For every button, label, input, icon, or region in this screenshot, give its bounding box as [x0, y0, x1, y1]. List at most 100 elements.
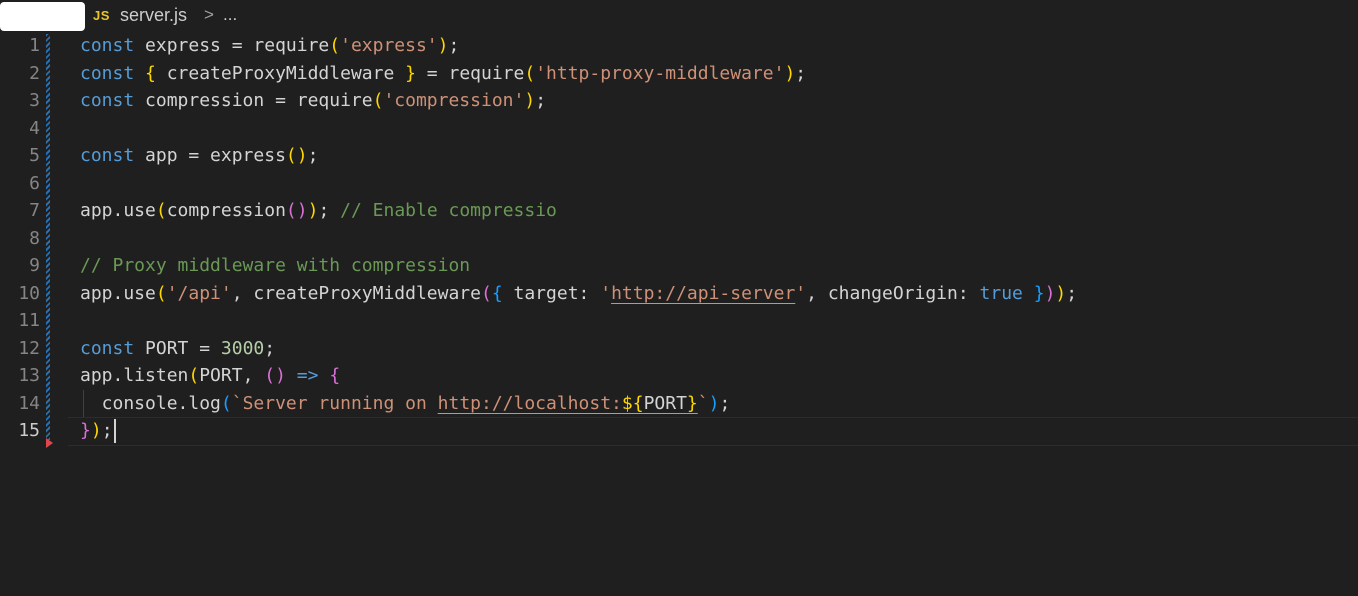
code-token: ; [307, 145, 319, 166]
breadcrumb: JS server.js > ... [0, 0, 1358, 32]
code-token: true [979, 282, 1023, 304]
code-token: // Proxy middleware with compression [80, 255, 471, 276]
code-token: ' [600, 282, 612, 304]
code-token: () [264, 365, 286, 386]
javascript-file-icon: JS [93, 8, 110, 23]
code-token: ) [90, 420, 102, 441]
code-token: http://api-server [611, 282, 796, 304]
code-token: 3000 [220, 337, 265, 359]
code-token: compression [166, 200, 286, 221]
code-token: ) [1055, 282, 1067, 304]
code-line[interactable]: const compression = require('compression… [80, 87, 1077, 115]
code-token: ' [795, 282, 807, 304]
code-token: // Enable compressio [340, 200, 557, 221]
code-token: => [296, 365, 319, 386]
breadcrumb-symbol[interactable]: ... [223, 5, 237, 25]
code-token: PORT, [199, 365, 265, 386]
line-number: 4 [29, 117, 40, 139]
code-token: console.log [80, 392, 221, 414]
modified-lines-indicator[interactable] [46, 34, 50, 440]
code-token: app.use [80, 200, 156, 221]
code-lines[interactable]: const express = require('express'); const… [80, 32, 1077, 445]
code-token: app.use [80, 282, 156, 304]
code-token: app.listen [80, 365, 189, 386]
code-token: ` [697, 392, 709, 414]
code-token: ( [155, 200, 167, 221]
text-cursor [113, 419, 116, 443]
code-token: { [145, 62, 156, 84]
code-token: compression = require [134, 90, 373, 111]
code-token: , createProxyMiddleware [231, 282, 481, 304]
line-number: 6 [29, 172, 40, 194]
code-token: const [80, 337, 135, 359]
code-token: const [80, 35, 135, 56]
code-token: () [285, 145, 308, 166]
code-line[interactable]: const PORT = 3000; [80, 335, 1077, 363]
code-token: PORT = [134, 337, 221, 359]
deleted-lines-marker-icon[interactable] [46, 438, 53, 448]
code-token: const [80, 90, 135, 111]
code-token: http://localhost: [437, 392, 622, 414]
line-number: 13 [18, 365, 40, 386]
code-token: ; [719, 392, 731, 414]
code-line[interactable]: const { createProxyMiddleware } = requir… [80, 60, 1077, 88]
code-token: ) [708, 392, 720, 414]
code-token: target: [502, 282, 601, 304]
code-editor[interactable]: 1 2 3 4 5 6 7 8 9 10 11 12 13 14 15 const express = re… [0, 32, 1358, 596]
code-line[interactable] [80, 225, 1077, 253]
code-token: 'http-proxy-middleware' [535, 62, 785, 84]
code-token: ( [220, 392, 232, 414]
code-token: } [686, 392, 698, 414]
code-line[interactable]: app.listen(PORT, () => { [80, 362, 1077, 390]
code-line[interactable]: app.use('/api', createProxyMiddleware({ … [80, 280, 1077, 308]
code-token: ( [524, 62, 536, 84]
code-line[interactable]: const app = express(); [80, 142, 1077, 170]
code-token: 'compression' [383, 90, 525, 111]
code-token: createProxyMiddleware [155, 62, 406, 84]
code-line[interactable] [80, 307, 1077, 335]
code-token: ) [307, 200, 319, 221]
code-token: 'express' [340, 35, 438, 56]
line-number: 8 [29, 227, 40, 249]
code-token: app = express [134, 145, 286, 166]
code-token: PORT [643, 392, 687, 414]
code-token: ; [795, 62, 807, 84]
code-token: , changeOrigin: [806, 282, 980, 304]
code-token: } [80, 420, 91, 441]
code-token: ( [329, 35, 341, 56]
code-token: '/api' [166, 282, 232, 304]
code-token: ${ [621, 392, 644, 414]
line-number: 2 [29, 62, 40, 84]
code-line[interactable]: console.log(`Server running on http://lo… [80, 389, 1077, 417]
chevron-right-icon: > [204, 5, 214, 24]
code-token: } [405, 62, 416, 84]
code-token: ( [372, 90, 384, 111]
code-token: = require [415, 62, 525, 84]
line-number: 14 [18, 392, 40, 414]
code-token: ; [101, 420, 113, 441]
line-number: 1 [29, 35, 40, 56]
code-token: `Server running on [231, 392, 438, 414]
code-line[interactable] [80, 115, 1077, 143]
code-token: } [1033, 282, 1045, 304]
code-token: ; [1066, 282, 1078, 304]
redacted-area [0, 2, 85, 31]
code-token: ( [480, 282, 492, 304]
code-line[interactable]: // Proxy middleware with compression [80, 252, 1077, 280]
line-number: 7 [29, 200, 40, 221]
code-line[interactable]: const express = require('express'); [80, 32, 1077, 60]
code-line[interactable]: app.use(compression()); // Enable compre… [80, 197, 1077, 225]
breadcrumb-file[interactable]: server.js [120, 5, 187, 26]
line-number: 5 [29, 145, 40, 166]
line-number: 10 [18, 282, 40, 304]
code-line[interactable]: }); [80, 417, 1077, 445]
code-token: const [80, 145, 135, 166]
code-token: ( [155, 282, 167, 304]
code-token: express = require [134, 35, 330, 56]
code-token: const [80, 62, 135, 84]
code-token: ) [1044, 282, 1056, 304]
code-line[interactable] [80, 170, 1077, 198]
line-number: 3 [29, 90, 40, 111]
